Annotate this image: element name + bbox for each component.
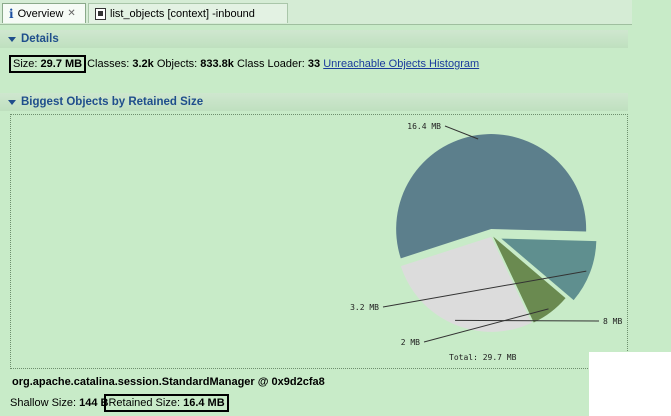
heap-analyzer-window: i Overview ✕ list_objects [context] -inb… [0,0,671,416]
tab-overview[interactable]: i Overview ✕ [2,3,86,23]
details-section-header[interactable]: Details [0,30,628,48]
biggest-objects-section-header[interactable]: Biggest Objects by Retained Size [0,93,628,111]
slice-label: 8 MB [603,317,622,326]
objects-label: Objects: [156,58,198,70]
editor-tab-bar: i Overview ✕ list_objects [context] -inb… [0,0,632,25]
slice-leader-line [455,319,600,322]
selected-object-sizes: Shallow Size: 144 B Retained Size: 16.4 … [10,393,229,413]
retained-size-label: Retained Size: [108,397,181,409]
slice-label: 16.4 MB [407,122,441,131]
details-title: Details [21,33,59,45]
classes-label: Classes: [87,58,130,70]
classloader-value: 33 [307,58,321,70]
selected-object-name: org.apache.catalina.session.StandardMana… [12,376,325,388]
chart-total-label: Total: 29.7 MB [449,353,517,362]
objects-value: 833.8k [200,58,234,70]
collapse-chevron-icon[interactable] [8,36,16,42]
classes-value: 3.2k [132,58,154,70]
blank-area [589,352,671,416]
retained-size-highlight-box: Retained Size: 16.4 MB [104,394,229,412]
heap-summary-line: Size: 29.7 MB Classes: 3.2k Objects: 833… [9,55,479,73]
close-tab-icon[interactable]: ✕ [67,8,75,19]
size-highlight-box: Size: 29.7 MB [9,55,87,73]
tab-overview-label: Overview [17,7,64,20]
tab-list-objects-label: list_objects [context] -inbound [110,7,255,20]
size-label: Size: [13,58,38,70]
info-icon: i [9,6,14,21]
slice-label: 3.2 MB [350,303,379,312]
retained-size-chart-frame: 16.4 MB 8 MB 2 MB 3.2 MB Total: 29.7 MB [10,114,628,369]
collapse-chevron-icon[interactable] [8,99,16,105]
retained-size-value: 16.4 MB [183,397,225,409]
slice-leader-line [444,125,479,140]
query-document-icon [95,7,106,20]
shallow-size-label: Shallow Size: [10,397,77,409]
classloader-label: Class Loader: [236,58,305,70]
tab-list-objects[interactable]: list_objects [context] -inbound [88,3,288,23]
biggest-objects-title: Biggest Objects by Retained Size [21,96,204,108]
size-value: 29.7 MB [40,58,83,70]
retained-size-pie-chart[interactable]: 16.4 MB 8 MB 2 MB 3.2 MB Total: 29.7 MB [11,115,627,368]
slice-label: 2 MB [401,338,420,347]
unreachable-objects-link[interactable]: Unreachable Objects Histogram [323,58,479,70]
